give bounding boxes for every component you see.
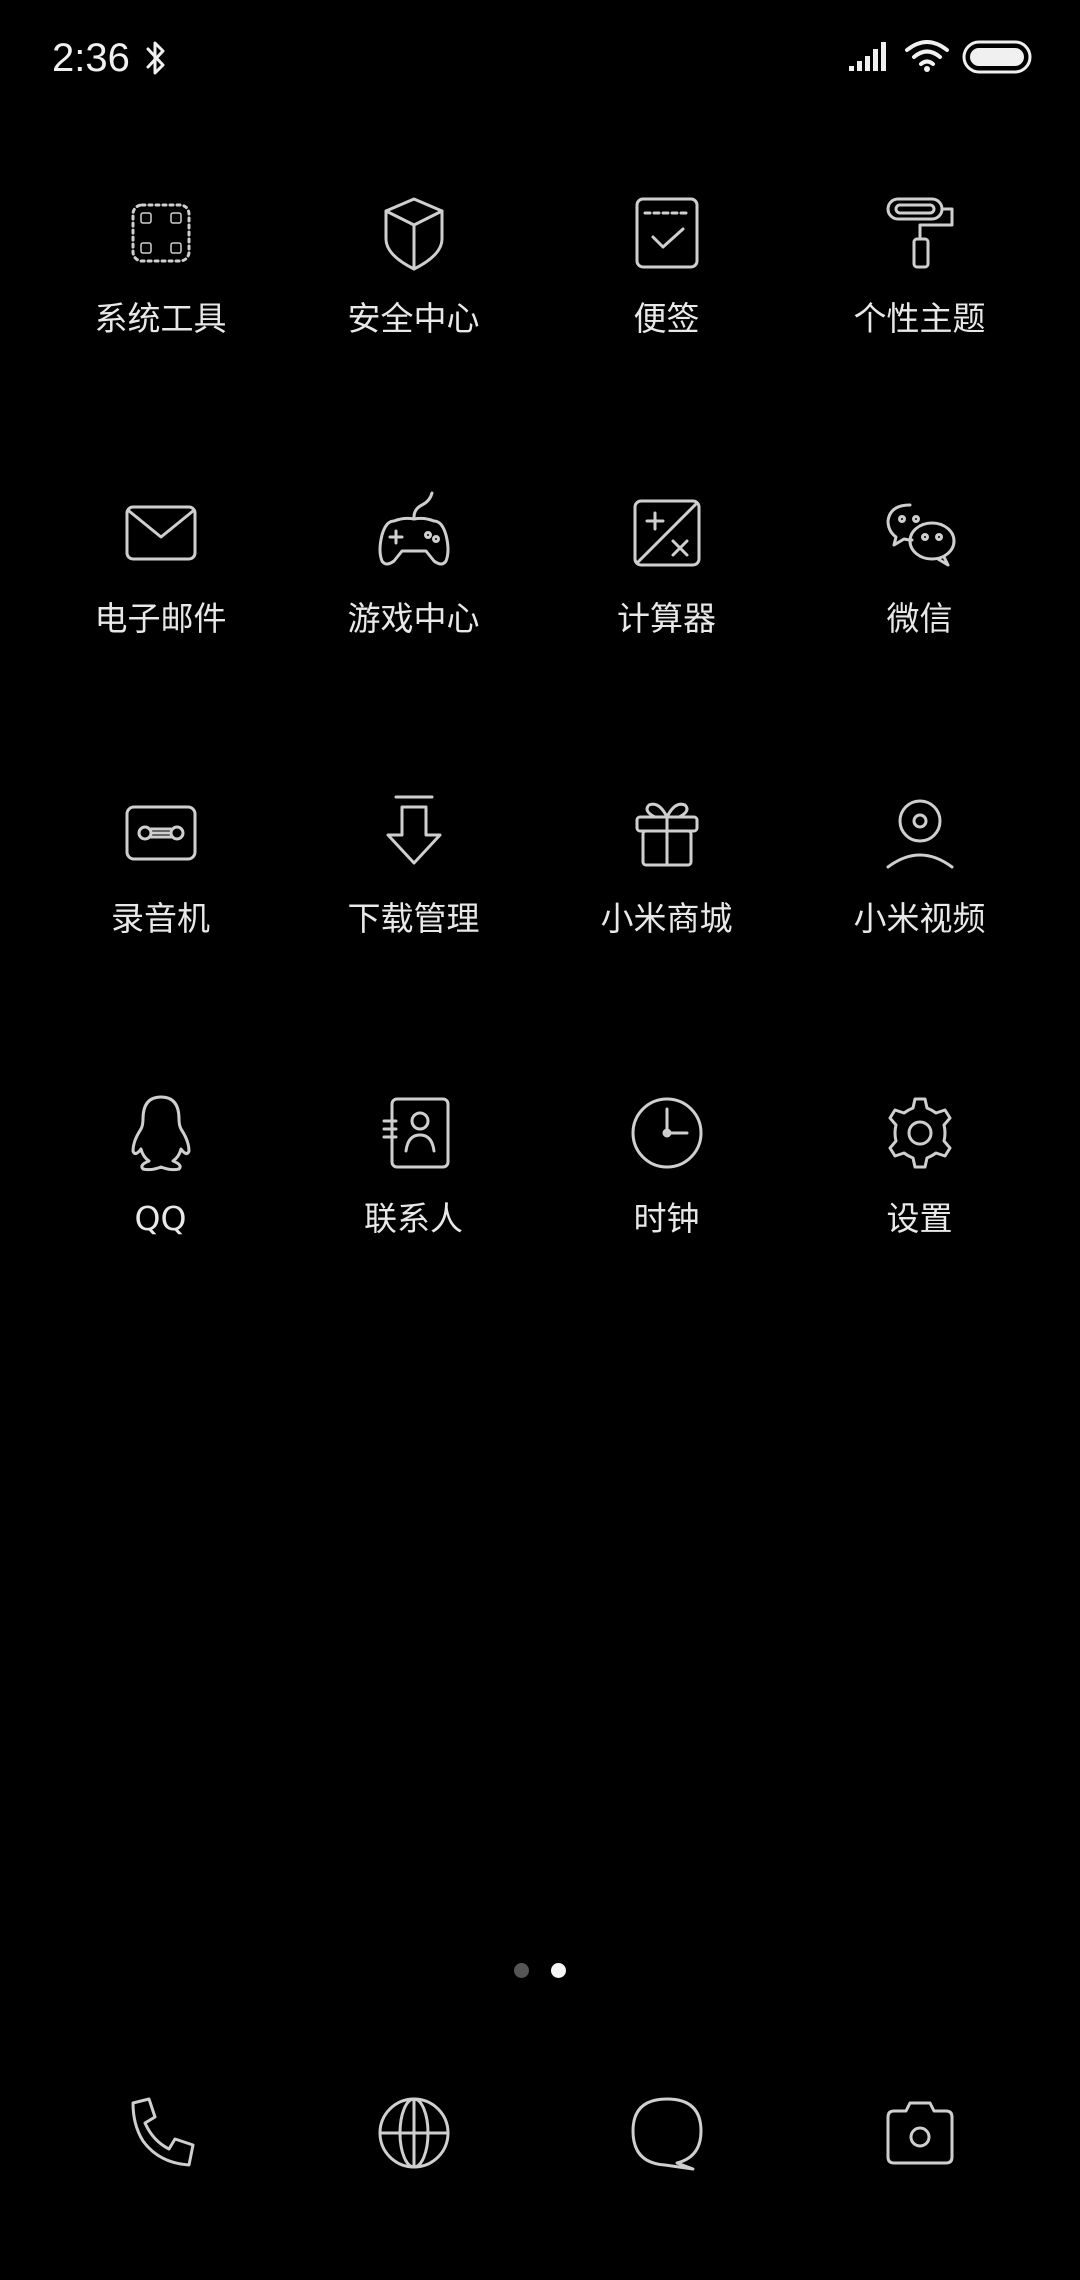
gift-icon [625,791,709,875]
dock [34,2090,1046,2176]
app-mi-store[interactable]: 小米商城 [540,770,793,1070]
dock-messages[interactable] [540,2090,793,2176]
app-label: 小米视频 [853,899,986,938]
notes-icon [625,191,709,275]
paint-roller-icon [878,191,962,275]
app-label: 电子邮件 [94,599,227,638]
download-icon [372,791,456,875]
app-clock[interactable]: 时钟 [540,1070,793,1370]
app-label: 小米商城 [600,899,733,938]
app-qq[interactable]: QQ [34,1070,287,1370]
page-dot-2-active[interactable] [551,1963,566,1978]
app-themes[interactable]: 个性主题 [793,170,1046,470]
dock-phone[interactable] [34,2090,287,2176]
status-time: 2:36 [52,36,130,80]
app-label: 便签 [633,299,700,338]
message-icon [631,2097,702,2171]
wechat-icon [878,491,962,575]
app-security-center[interactable]: 安全中心 [287,170,540,470]
contacts-icon [372,1091,456,1175]
battery-icon [962,40,1032,74]
app-wechat[interactable]: 微信 [793,470,1046,770]
phone-icon [131,2097,194,2167]
app-label: 游戏中心 [347,599,480,638]
calculator-icon [625,491,709,575]
folder-icon [119,191,203,275]
app-label: 计算器 [617,599,716,638]
app-label: 系统工具 [94,299,227,338]
app-notes[interactable]: 便签 [540,170,793,470]
app-system-tools[interactable]: 系统工具 [34,170,287,470]
page-indicator [0,1963,1080,1978]
app-label: 安全中心 [347,299,480,338]
app-contacts[interactable]: 联系人 [287,1070,540,1370]
app-grid: 系统工具 安全中心 便签 个性主题 电子邮件 游戏中心 计算器 微信 录音机 下… [34,170,1046,1370]
signal-icon [849,42,886,71]
app-label: 联系人 [364,1199,463,1238]
app-label: QQ [134,1199,187,1238]
wifi-icon [905,40,949,72]
app-label: 时钟 [633,1199,700,1238]
video-icon [878,791,962,875]
app-game-center[interactable]: 游戏中心 [287,470,540,770]
mail-icon [119,491,203,575]
shield-icon [372,191,456,275]
app-label: 设置 [886,1199,953,1238]
dock-camera[interactable] [793,2090,1046,2176]
qq-icon [119,1091,203,1175]
browser-icon [378,2097,449,2169]
app-calculator[interactable]: 计算器 [540,470,793,770]
app-settings[interactable]: 设置 [793,1070,1046,1370]
page-dot-1[interactable] [514,1963,529,1978]
app-label: 下载管理 [347,899,480,938]
app-email[interactable]: 电子邮件 [34,470,287,770]
app-download-manager[interactable]: 下载管理 [287,770,540,1070]
gear-icon [878,1091,962,1175]
recorder-icon [119,791,203,875]
app-recorder[interactable]: 录音机 [34,770,287,1070]
dock-browser[interactable] [287,2090,540,2176]
clock-icon [625,1091,709,1175]
bluetooth-icon [146,41,165,75]
app-label: 个性主题 [853,299,986,338]
app-mi-video[interactable]: 小米视频 [793,770,1046,1070]
gamepad-icon [372,491,456,575]
app-label: 微信 [886,599,953,638]
status-bar: 2:36 [0,0,1080,120]
camera-icon [886,2101,953,2165]
app-label: 录音机 [111,899,210,938]
